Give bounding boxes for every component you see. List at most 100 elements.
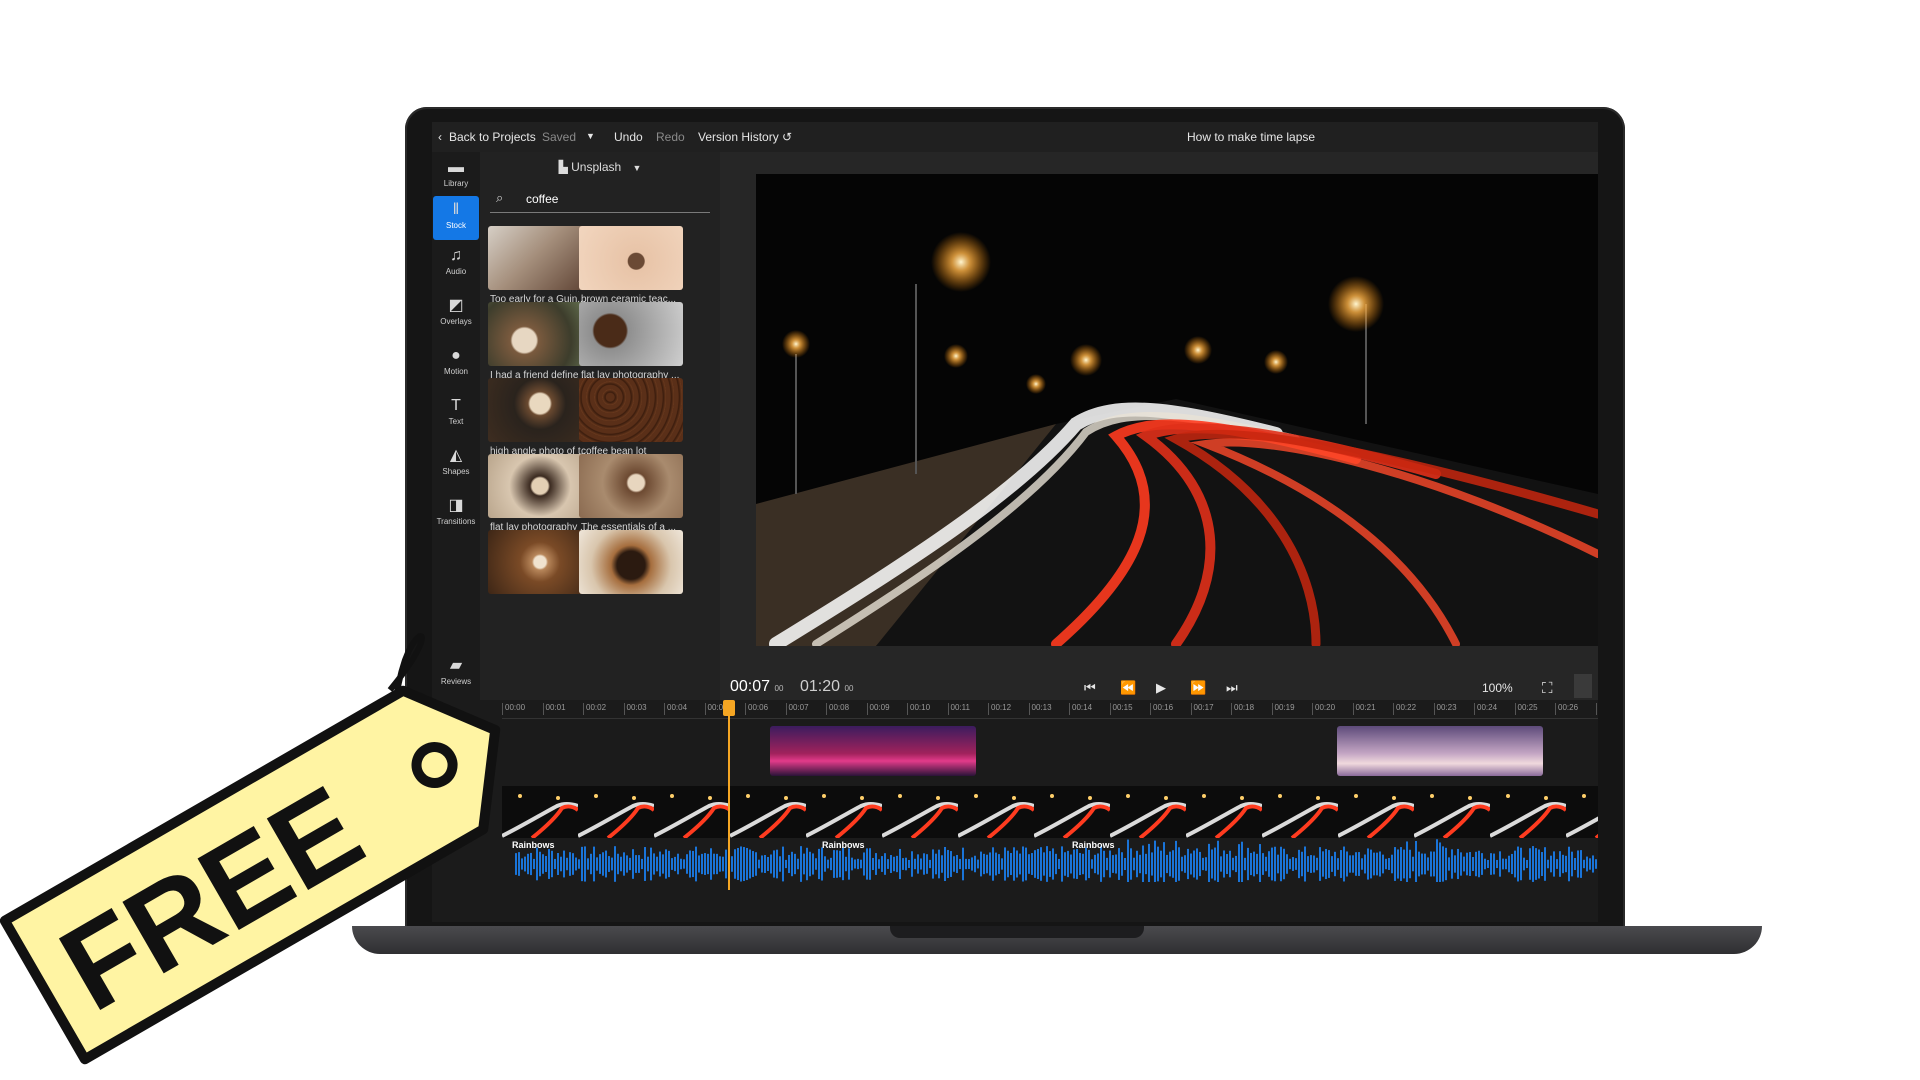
stock-thumb[interactable] <box>579 378 683 442</box>
rail-item-transitions[interactable]: ◨ Transitions <box>433 492 479 536</box>
ruler-tick: 00:11 <box>947 703 970 715</box>
source-selector[interactable]: ▙ Unsplash ▼ <box>480 160 720 174</box>
current-time-value: 00:07 <box>730 678 771 695</box>
ruler-tick: 00:19 <box>1271 703 1295 715</box>
search-input[interactable]: coffee <box>526 192 558 206</box>
audio-clip-label: Rainbows <box>512 840 555 850</box>
play-icon[interactable]: ▶ <box>1156 680 1166 696</box>
ruler-tick: 00:09 <box>866 703 890 715</box>
stock-thumb[interactable] <box>488 454 592 518</box>
video-preview[interactable] <box>756 174 1598 646</box>
chat-icon: ▰ <box>449 657 463 674</box>
audio-track[interactable] <box>502 838 1598 889</box>
stock-thumb[interactable] <box>488 302 592 366</box>
stock-thumb[interactable] <box>579 302 683 366</box>
transitions-icon: ◨ <box>448 497 464 514</box>
skip-to-end-icon[interactable]: ⏭ <box>1226 680 1238 696</box>
rail-item-reviews[interactable]: ▰ Reviews <box>433 652 479 696</box>
saved-dropdown-icon[interactable]: ▼ <box>586 131 595 141</box>
undo-button[interactable]: Undo <box>614 130 643 144</box>
ruler-tick: 00:06 <box>745 703 768 715</box>
rail-label: Stock <box>445 221 466 230</box>
history-icon[interactable]: ↺ <box>782 130 792 144</box>
shapes-icon: ◭ <box>449 447 463 464</box>
rail-item-text[interactable]: T Text <box>433 392 479 436</box>
search-field[interactable]: ⌕ coffee <box>490 188 710 213</box>
source-label: Unsplash <box>571 160 622 174</box>
current-time: 00:07 00 <box>730 678 783 696</box>
overlay-clip[interactable] <box>1337 726 1543 776</box>
video-track[interactable] <box>502 786 1598 838</box>
rail-item-shapes[interactable]: ◭ Shapes <box>433 442 479 486</box>
ruler-tick: 00:26 <box>1555 703 1578 715</box>
timeline[interactable]: 00:00 00:01 00:02 00:03 00:04 00:05 00:06 00:07… <box>432 700 1598 922</box>
version-history-button[interactable]: Version History <box>698 130 779 144</box>
rail-item-library[interactable]: ▬ Library <box>433 154 479 198</box>
video-track-filmstrip <box>502 786 1598 838</box>
timelapse-frame <box>756 174 1598 646</box>
fullscreen-icon[interactable]: ⛶ <box>1542 680 1553 697</box>
rail-label: Transitions <box>436 517 476 526</box>
ruler-tick: 00:2 <box>1595 703 1599 715</box>
ruler-tick: 00:04 <box>664 703 687 715</box>
redo-button[interactable]: Redo <box>656 130 685 144</box>
rail-item-motion[interactable]: ● Motion <box>433 342 479 386</box>
ruler-tick: 00:16 <box>1150 703 1173 715</box>
total-frames: 00 <box>844 684 854 693</box>
overlay-icon: ◩ <box>448 297 464 314</box>
music-note-icon: ♫ <box>450 247 462 264</box>
ruler-tick: 00:02 <box>583 703 606 715</box>
ruler-tick: 00:13 <box>1028 703 1052 715</box>
current-frames: 00 <box>774 684 784 693</box>
stock-thumb[interactable] <box>488 530 592 594</box>
rail-item-audio[interactable]: ♫ Audio <box>433 242 479 286</box>
back-chevron-icon[interactable]: ‹ <box>438 130 442 144</box>
fast-forward-icon[interactable]: ⏩ <box>1190 680 1206 696</box>
chevron-down-icon: ▼ <box>632 163 642 173</box>
stock-panel: ▙ Unsplash ▼ ⌕ coffee Too early for a Gu… <box>480 152 720 712</box>
ruler-tick: 00:07 <box>785 703 809 715</box>
audio-waveform <box>515 839 1597 889</box>
books-icon: 𝍪 <box>453 201 459 218</box>
rail-label: Text <box>448 417 464 426</box>
total-time: 01:20 00 <box>800 678 853 696</box>
playhead[interactable] <box>728 700 730 890</box>
rail-item-stock[interactable]: 𝍪 Stock <box>433 196 479 240</box>
rail-label: Shapes <box>442 467 470 476</box>
ruler-tick: 00:25 <box>1514 703 1538 715</box>
rail-label: Motion <box>443 367 468 376</box>
ruler-tick: 00:01 <box>542 703 566 715</box>
stock-thumb[interactable] <box>579 226 683 290</box>
rail-item-overlays[interactable]: ◩ Overlays <box>433 292 479 336</box>
ruler-tick: 00:15 <box>1109 703 1133 715</box>
laptop-notch <box>890 926 1144 938</box>
stock-thumb[interactable] <box>488 378 592 442</box>
ruler-tick: 00:22 <box>1393 703 1416 715</box>
timeline-ruler[interactable]: 00:00 00:01 00:02 00:03 00:04 00:05 00:06 00:07… <box>502 700 1598 719</box>
audio-clip-label: Rainbows <box>822 840 865 850</box>
project-title[interactable]: How to make time lapse <box>1187 130 1315 144</box>
stock-thumb[interactable] <box>579 454 683 518</box>
zoom-level[interactable]: 100% <box>1482 681 1513 695</box>
rail-label: Library <box>443 179 469 188</box>
ruler-tick: 00:17 <box>1190 703 1214 715</box>
ruler-tick: 00:18 <box>1231 703 1254 715</box>
editor-screen: ‹ Back to Projects Saved ▼ Undo Redo Ver… <box>432 122 1598 922</box>
rail-label: Audio <box>445 267 467 276</box>
skip-to-start-icon[interactable]: ⏮ <box>1084 680 1096 696</box>
ruler-tick: 00:00 <box>502 703 525 715</box>
search-icon: ⌕ <box>496 190 504 205</box>
overlay-clip[interactable] <box>770 726 976 776</box>
text-icon: T <box>451 397 461 414</box>
ruler-tick: 00:08 <box>826 703 849 715</box>
ruler-tick: 00:24 <box>1474 703 1497 715</box>
stock-thumb[interactable] <box>488 226 592 290</box>
panel-handle[interactable] <box>1574 674 1592 698</box>
rewind-icon[interactable]: ⏪ <box>1120 680 1136 696</box>
ruler-tick: 00:14 <box>1069 703 1092 715</box>
stock-thumb[interactable] <box>579 530 683 594</box>
back-to-projects-link[interactable]: Back to Projects <box>449 130 536 144</box>
unsplash-icon: ▙ <box>558 160 568 174</box>
folder-icon: ▬ <box>448 159 464 176</box>
ruler-tick: 00:03 <box>623 703 647 715</box>
